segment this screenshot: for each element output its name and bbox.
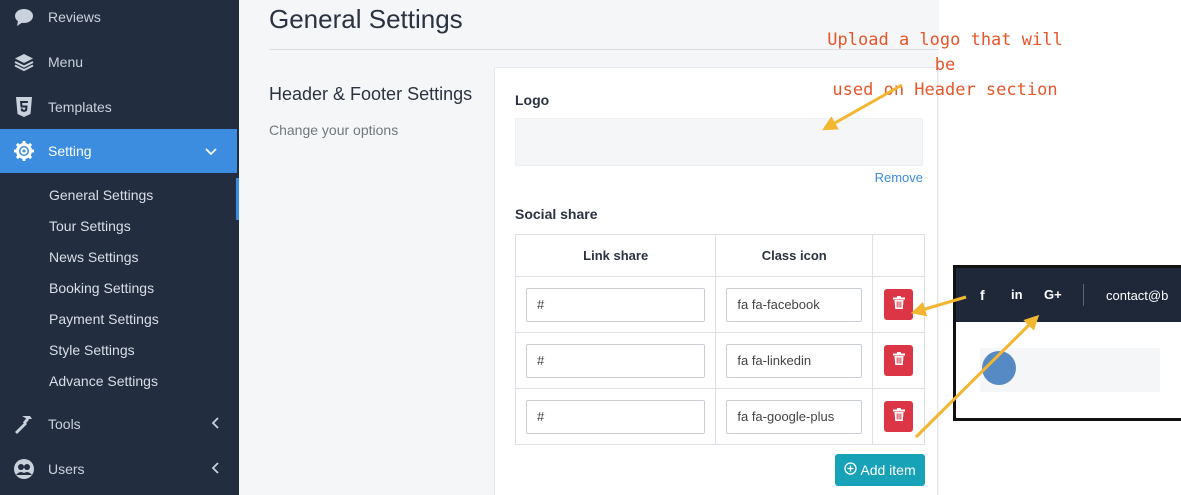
sidebar-item-label: Reviews [48, 9, 101, 25]
delete-row-button[interactable] [884, 401, 914, 432]
sidebar-item-label: Tools [48, 416, 81, 432]
chevron-left-icon [211, 416, 219, 432]
link-share-input[interactable]: # [526, 343, 706, 378]
chevron-down-icon [205, 143, 217, 159]
trash-icon [892, 351, 905, 370]
annotation-text: Upload a logo that will be used on Heade… [820, 28, 1070, 103]
class-icon-input[interactable]: fa fa-linkedin [726, 343, 863, 378]
google-plus-icon: G+ [1044, 287, 1062, 302]
class-icon-input[interactable]: fa fa-facebook [726, 287, 863, 322]
table-row: # fa fa-facebook [514, 276, 925, 333]
settings-card: Logo Remove Social share Link share Clas… [494, 67, 938, 495]
remove-logo-link[interactable]: Remove [875, 170, 923, 185]
class-icon-input[interactable]: fa fa-google-plus [726, 399, 863, 434]
submenu-item-news-settings[interactable]: News Settings [49, 249, 138, 265]
column-header-class-icon: Class icon [715, 234, 874, 277]
plus-circle-icon [844, 462, 858, 478]
section-subtitle: Change your options [269, 122, 399, 138]
delete-row-button[interactable] [884, 345, 914, 376]
submenu-item-payment-settings[interactable]: Payment Settings [49, 311, 159, 327]
hammer-icon [13, 413, 35, 435]
sidebar-item-reviews[interactable]: Reviews [0, 0, 239, 39]
section-title: Header & Footer Settings [269, 84, 473, 104]
sidebar: Reviews Menu Templates Setting General S… [0, 0, 239, 495]
social-share-label: Social share [515, 206, 598, 222]
sidebar-item-label: Setting [48, 143, 92, 159]
sidebar-item-label: Users [48, 461, 85, 477]
column-header-actions [872, 234, 925, 277]
chevron-left-icon [211, 461, 219, 477]
annotation-line-2: used on Header section [832, 80, 1058, 100]
table-header-row: Link share Class icon [514, 234, 925, 277]
layers-icon [13, 51, 35, 73]
sidebar-item-label: Menu [48, 54, 84, 70]
table-row: # fa fa-google-plus [514, 388, 925, 445]
sidebar-item-label: Templates [48, 99, 112, 115]
logo-label: Logo [515, 92, 550, 108]
page-title: General Settings [269, 4, 463, 34]
sidebar-item-setting[interactable]: Setting [0, 129, 237, 173]
sidebar-item-menu[interactable]: Menu [0, 40, 239, 84]
trash-icon [892, 407, 905, 426]
logo-upload-area[interactable] [515, 118, 923, 166]
sidebar-item-users[interactable]: Users [0, 447, 239, 491]
header-preview: f in G+ contact@b [953, 265, 1181, 421]
delete-row-button[interactable] [884, 289, 914, 320]
submenu-item-booking-settings[interactable]: Booking Settings [49, 280, 154, 296]
link-share-input[interactable]: # [526, 287, 706, 322]
submenu-item-style-settings[interactable]: Style Settings [49, 342, 135, 358]
html5-icon [13, 96, 35, 118]
table-row: # fa fa-linkedin [514, 332, 925, 389]
column-header-link-share: Link share [514, 234, 717, 277]
add-item-label: Add item [860, 462, 916, 478]
add-item-button[interactable]: Add item [835, 454, 925, 486]
annotation-line-1: Upload a logo that will be [827, 30, 1063, 75]
trash-icon [892, 295, 905, 314]
users-icon [13, 458, 35, 480]
speech-bubble-icon [13, 6, 35, 28]
submenu-item-general-settings[interactable]: General Settings [49, 187, 153, 203]
submenu-item-advance-settings[interactable]: Advance Settings [49, 373, 158, 389]
link-share-input[interactable]: # [526, 399, 706, 434]
linkedin-icon: in [1011, 287, 1023, 302]
sidebar-item-templates[interactable]: Templates [0, 85, 239, 129]
preview-topbar: f in G+ contact@b [956, 268, 1181, 322]
preview-separator [1083, 284, 1084, 306]
facebook-icon: f [980, 287, 985, 303]
social-share-table: Link share Class icon # fa fa-facebook #… [514, 234, 925, 445]
preview-contact: contact@b [1106, 288, 1169, 303]
preview-logo-mark [982, 351, 1016, 385]
submenu-item-tour-settings[interactable]: Tour Settings [49, 218, 131, 234]
gear-icon [13, 140, 35, 162]
sidebar-item-tools[interactable]: Tools [0, 402, 239, 446]
